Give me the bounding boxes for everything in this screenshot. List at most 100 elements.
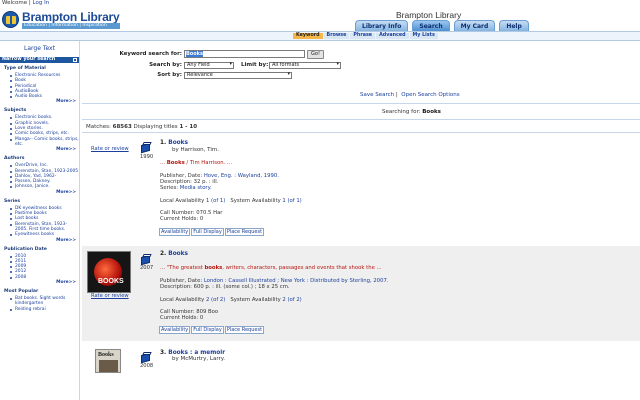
facet-item[interactable]: Johnson, Janice. <box>10 184 79 189</box>
system-availability-value[interactable]: 1 (of 1) <box>282 198 301 204</box>
result-item: Rate or review 1990 1. Books by Harrison… <box>82 133 640 245</box>
rate-review-link[interactable]: Rate or review <box>91 293 129 299</box>
displaying-range: 1 - 10 <box>179 124 198 130</box>
availability-button[interactable]: Availability <box>159 228 191 236</box>
series-value[interactable]: Media story. <box>180 185 212 191</box>
keyword-input[interactable]: Books <box>184 50 305 58</box>
matches-summary: Matches: 68563 Displaying titles 1 - 10 <box>86 124 197 130</box>
result-number: 2. <box>160 251 167 257</box>
keyword-value: Books <box>186 51 203 57</box>
search-by-select[interactable]: Any Field <box>184 62 234 69</box>
description-line: Description: 600 p. : ill. (some col.) ;… <box>160 284 290 290</box>
tab-help[interactable]: Help <box>499 20 529 31</box>
subtab-keyword[interactable]: Keyword <box>293 33 323 39</box>
facet-group: Series DK eyewitness books Pastime books Lo… <box>0 196 79 244</box>
facet-item[interactable]: Reiding rebrai <box>10 307 79 312</box>
facet-item[interactable]: Audio Books <box>10 94 79 99</box>
login-link[interactable]: Log In <box>33 0 50 6</box>
save-search-link[interactable]: Save Search <box>360 92 394 98</box>
narrow-search-header: Narrow your search <box>0 57 79 63</box>
holds-line: Current Holds: 0 <box>160 216 203 222</box>
searching-for-label: Searching for: <box>382 109 421 115</box>
book-cover-image[interactable]: Books <box>95 349 121 373</box>
facet-group: Subjects Electronic books. Graphic novels.… <box>0 105 79 153</box>
searching-for-value: Books <box>422 109 441 115</box>
logo-title: Brampton Library <box>22 10 120 24</box>
limit-by-select[interactable]: All formats <box>269 62 341 69</box>
cover-title: Books <box>98 352 114 358</box>
subtab-my-lists[interactable]: My Lists <box>409 33 438 39</box>
system-availability-value[interactable]: 2 (of 2) <box>282 297 301 303</box>
result-title[interactable]: 2. Books <box>160 251 188 257</box>
availability-line: Local Availability 2 (of 2) System Avail… <box>160 297 302 303</box>
result-author[interactable]: by McMurtry, Larry. <box>172 356 225 362</box>
tab-library-info[interactable]: Library Info <box>355 20 409 31</box>
open-search-options-link[interactable]: Open Search Options <box>401 92 459 98</box>
subtab-advanced[interactable]: Advanced <box>376 33 409 39</box>
result-title[interactable]: 1. Books <box>160 140 188 146</box>
facet-items: Bat books. Sight words kindergarten Reidi… <box>10 296 79 312</box>
system-availability-label: System Availability <box>230 198 281 204</box>
holds-line: Current Holds: 0 <box>160 315 203 321</box>
large-text-link[interactable]: Large Text <box>0 45 79 57</box>
facet-title: Subjects <box>4 108 27 114</box>
limit-by-label: Limit by: <box>241 62 269 68</box>
facet-group: Publication Date 2010 2011 2009 2012 2008 More… <box>0 244 79 286</box>
library-name: Brampton Library <box>396 10 462 20</box>
facet-item[interactable]: Manga-- Comic books, strips, etc. <box>10 137 79 148</box>
main-tabs: Library Info Search My Card Help <box>355 20 529 31</box>
search-form: Keyword search for: Books Go! Search by:… <box>100 50 500 86</box>
keyword-label: Keyword search for: <box>119 51 182 57</box>
facet-item[interactable]: 2008 <box>10 275 79 280</box>
local-availability-value[interactable]: 1 (of 1) <box>206 198 225 204</box>
result-actions: Availability Full Display Place Request <box>159 228 265 236</box>
search-subtabs: Keyword Browse Phrase Advanced My Lists <box>293 33 438 39</box>
full-display-button[interactable]: Full Display <box>191 326 224 334</box>
tab-my-card[interactable]: My Card <box>453 20 496 31</box>
search-by-row: Search by: Any Field Limit by: All forma… <box>100 62 500 70</box>
title-link[interactable]: Books <box>168 140 188 146</box>
series-label: Series: <box>160 185 179 191</box>
description-value: 600 p. : ill. (some col.) ; 18 x 25 cm. <box>193 284 290 290</box>
book-cover-image[interactable]: BOOKS <box>87 251 131 293</box>
snippet-highlight: Books <box>166 160 185 166</box>
welcome-bar: Welcome | Log In <box>2 0 49 6</box>
availability-button[interactable]: Availability <box>159 326 191 334</box>
place-request-button[interactable]: Place Request <box>224 228 265 236</box>
facet-items: DK eyewitness books Pastime books Lost boo… <box>10 206 79 238</box>
narrow-search-title: Narrow your search <box>2 57 56 62</box>
book-format-icon <box>140 253 152 266</box>
subtab-phrase[interactable]: Phrase <box>350 33 376 39</box>
facet-title: Type of Material <box>4 66 46 71</box>
matches-count: 68563 <box>112 124 132 130</box>
go-button[interactable]: Go! <box>307 50 324 59</box>
result-snippet: ... "The greatest books, writers, charac… <box>160 265 382 271</box>
subtab-browse[interactable]: Browse <box>323 33 350 39</box>
local-availability-label: Local Availability <box>160 297 205 303</box>
place-request-button[interactable]: Place Request <box>224 326 265 334</box>
rate-review-link[interactable]: Rate or review <box>91 146 129 152</box>
series-line: Series: Media story. <box>160 185 212 191</box>
library-logo[interactable]: Brampton Library Education | Information… <box>2 10 127 30</box>
result-number: 3. <box>160 350 167 356</box>
tab-search[interactable]: Search <box>412 20 450 31</box>
snippet-text: / Tim Harrison. ... <box>184 160 233 166</box>
facet-item[interactable]: Berenstain, Stan, 1923-2005. First time … <box>10 222 79 233</box>
snippet-text: ... "The greatest <box>160 265 205 271</box>
full-display-button[interactable]: Full Display <box>191 228 224 236</box>
result-item: Books 2008 3. Books : a memoir by McMurt… <box>82 342 640 400</box>
facet-items: Electronic books. Graphic novels. Love sto… <box>10 115 79 147</box>
book-logo-icon <box>2 11 19 28</box>
result-author[interactable]: by Harrison, Tim. <box>172 147 219 153</box>
welcome-text: Welcome | <box>2 0 31 6</box>
sort-by-label: Sort by: <box>157 72 182 78</box>
sort-by-select[interactable]: Relevance <box>184 72 292 79</box>
facet-title: Authors <box>4 156 25 162</box>
local-availability-value[interactable]: 2 (of 2) <box>206 297 225 303</box>
title-link[interactable]: Books <box>168 251 188 257</box>
facet-item[interactable]: Eyewitness books <box>10 232 79 237</box>
result-number: 1. <box>160 140 167 146</box>
facet-item[interactable]: Bat books. Sight words kindergarten <box>10 296 79 307</box>
result-actions: Availability Full Display Place Request <box>159 326 265 334</box>
collapse-icon[interactable] <box>73 58 77 62</box>
